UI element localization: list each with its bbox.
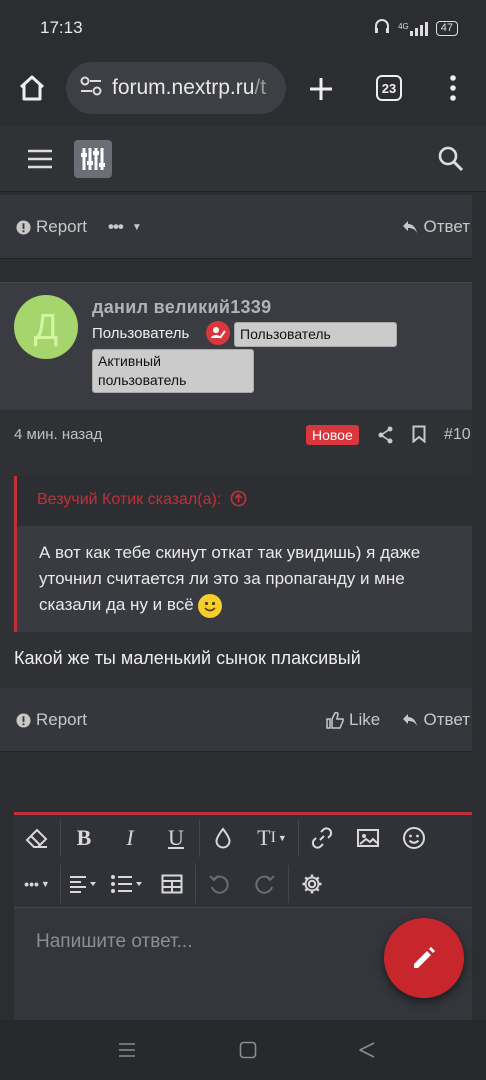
redo-icon[interactable] (242, 861, 288, 907)
site-settings-icon[interactable] (80, 76, 102, 101)
font-size-icon[interactable]: T I ▼ (246, 815, 298, 861)
user-tag-active: Активный пользователь (92, 349, 254, 393)
user-title: Пользователь (92, 325, 190, 342)
compose-button[interactable] (384, 918, 464, 998)
site-logo[interactable] (74, 140, 112, 178)
quote-block: Везучий Котик сказал(а): А вот как тебе … (14, 476, 472, 632)
forum-header (0, 126, 486, 192)
more-horiz-icon: ••• (108, 217, 124, 236)
post-number[interactable]: #10 (444, 426, 471, 444)
reply-button[interactable]: Ответ (402, 217, 470, 237)
post-meta: 4 мин. назад Новое #10 (0, 410, 472, 462)
browser-toolbar: forum.nextrp.ru/t 23 (0, 56, 486, 126)
system-nav-bar (0, 1020, 486, 1080)
table-icon[interactable] (149, 861, 195, 907)
home-icon[interactable] (18, 74, 46, 107)
thumbs-up-icon (326, 711, 344, 729)
undo-icon[interactable] (196, 861, 242, 907)
editor-placeholder: Напишите ответ... (36, 931, 193, 952)
report-button[interactable]: Report (16, 217, 87, 237)
post-body: Везучий Котик сказал(а): А вот как тебе … (0, 462, 472, 688)
new-badge: Новое (306, 425, 359, 445)
editor-toolbar-row-2: ••• ▼ (14, 861, 472, 907)
signal-icon: 4G (398, 21, 428, 36)
post-actions: Report Like Ответ (0, 688, 472, 752)
image-icon[interactable] (345, 815, 391, 861)
bookmark-icon[interactable] (412, 425, 426, 448)
url-domain: forum.nextrp.ru (112, 76, 255, 99)
battery-icon: 47 (435, 21, 458, 36)
post-text: Какой же ты маленький сынок плаксивый (14, 648, 361, 668)
home-nav-icon[interactable] (239, 1041, 257, 1064)
eraser-icon[interactable] (14, 815, 60, 861)
address-bar[interactable]: forum.nextrp.ru/t (66, 62, 286, 114)
report-label: Report (36, 217, 88, 236)
reply-label: Ответ (423, 217, 470, 236)
quote-text: А вот как тебе скинут откат так увидишь)… (39, 540, 459, 618)
share-icon[interactable] (378, 426, 394, 449)
smile-emoji-icon (198, 593, 223, 618)
pencil-icon (414, 947, 435, 968)
url-text: forum.nextrp.ru/t (112, 76, 266, 100)
more-vert-icon[interactable] (448, 74, 458, 107)
clock: 17:13 (40, 18, 83, 37)
reply-label: Ответ (423, 710, 470, 729)
dropdown-caret-icon: ▼ (131, 221, 142, 233)
search-icon[interactable] (438, 146, 464, 177)
emoji-icon[interactable] (391, 815, 437, 861)
report-button[interactable]: Report (16, 710, 87, 730)
like-button[interactable]: Like (326, 710, 380, 730)
text-color-icon[interactable] (200, 815, 246, 861)
previous-post-actions: Report ••• ▼ Ответ (0, 195, 472, 259)
editor-toolbar-row-1: B I U T I ▼ (14, 815, 472, 861)
list-icon[interactable] (105, 861, 149, 907)
report-icon (16, 219, 31, 235)
link-icon[interactable] (299, 815, 345, 861)
user-badge-icon[interactable] (206, 321, 230, 345)
quote-body: А вот как тебе скинут откат так увидишь)… (39, 543, 421, 614)
more-options-button[interactable]: ••• ▼ (108, 217, 142, 237)
recents-icon[interactable] (118, 1042, 136, 1063)
like-label: Like (349, 710, 381, 729)
underline-icon[interactable]: U (153, 815, 199, 861)
back-icon[interactable] (358, 1041, 376, 1064)
avatar[interactable]: Д (14, 295, 78, 359)
reply-icon (403, 714, 418, 726)
post-time[interactable]: 4 мин. назад (14, 426, 102, 443)
more-options-icon[interactable]: ••• ▼ (14, 861, 60, 907)
quote-author: Везучий Котик сказал(а): (37, 491, 222, 508)
align-left-icon[interactable] (61, 861, 105, 907)
reply-editor: B I U T I ▼ ••• ▼ Напишите ответ... (14, 812, 472, 1032)
italic-icon[interactable]: I (107, 815, 153, 861)
gear-icon[interactable] (289, 861, 335, 907)
new-tab-icon[interactable] (308, 76, 334, 107)
reply-icon (403, 221, 418, 233)
username[interactable]: данил великий1339 (92, 297, 271, 318)
network-type: 4G (398, 21, 409, 31)
arrow-up-circle-icon[interactable] (230, 490, 247, 512)
quote-header[interactable]: Везучий Котик сказал(а): (17, 476, 472, 526)
post-user-info: Д данил великий1339 Пользователь Пользов… (0, 282, 472, 410)
tab-switcher-button[interactable]: 23 (376, 75, 402, 101)
user-tag-user: Пользователь (234, 322, 397, 347)
reply-button[interactable]: Ответ (402, 710, 470, 730)
report-icon (16, 712, 31, 728)
url-path: /t (254, 76, 267, 99)
report-label: Report (36, 710, 88, 729)
hamburger-menu-icon[interactable] (27, 148, 53, 175)
bold-icon[interactable]: B (61, 815, 107, 861)
status-bar: 17:13 4G 47 (0, 0, 486, 56)
headphones-icon (374, 18, 390, 39)
